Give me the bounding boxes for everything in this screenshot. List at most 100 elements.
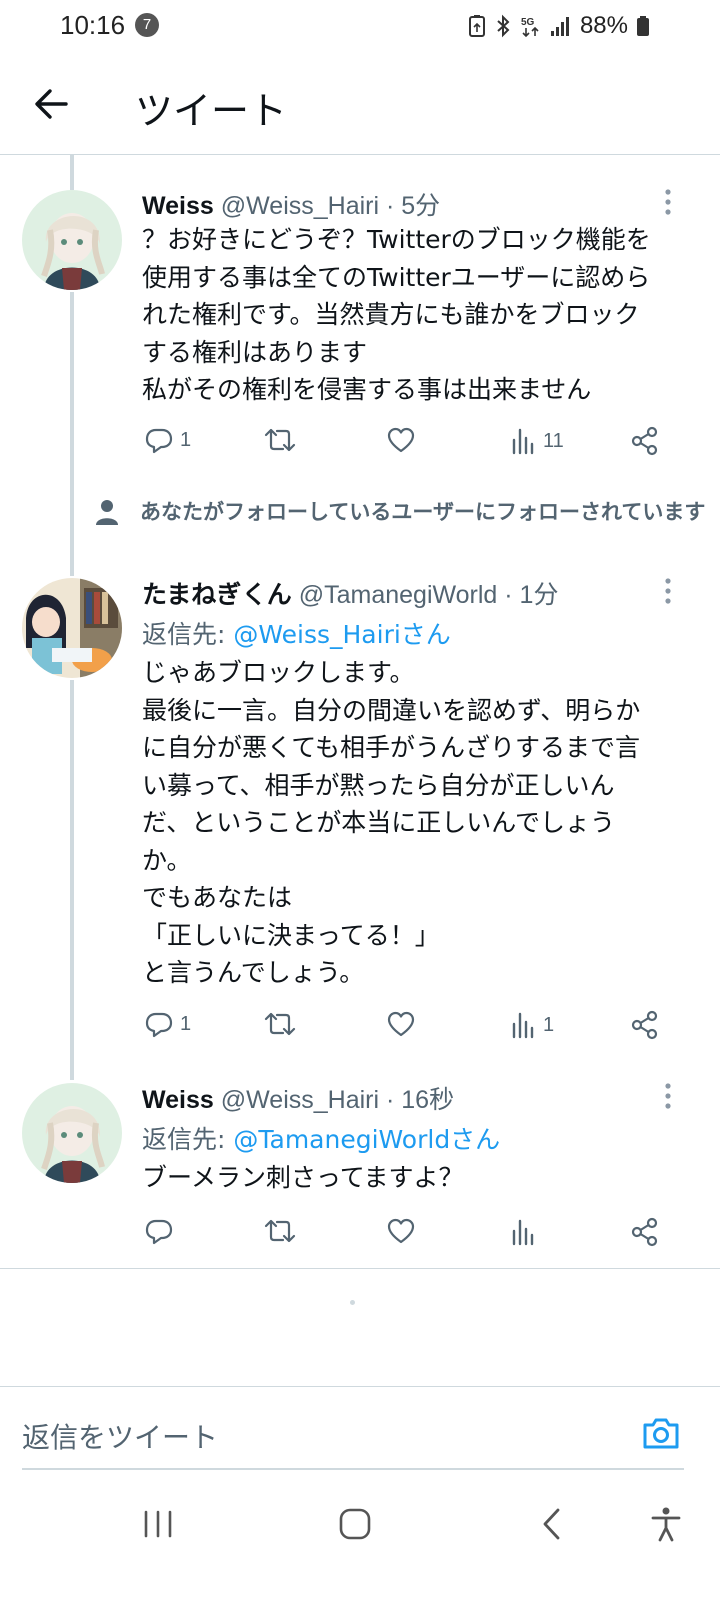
chevron-left-icon	[543, 1508, 560, 1540]
camera-icon	[643, 1418, 679, 1449]
retweet-icon	[264, 1219, 296, 1243]
reply-to-line: 返信先: @Weiss_Hairiさん	[142, 615, 451, 651]
tweet-divider	[0, 1268, 720, 1269]
avatar-image	[22, 1083, 122, 1183]
view-count: 1	[543, 1013, 555, 1036]
heart-icon	[387, 1011, 415, 1037]
like-button[interactable]	[386, 426, 422, 454]
thread-line-2	[70, 680, 74, 1080]
share-button[interactable]	[630, 1217, 660, 1247]
tweet-header: Weiss @Weiss_Hairi · 5分	[142, 186, 440, 222]
retweet-icon	[264, 428, 296, 452]
reply-icon	[145, 1012, 173, 1038]
tweet-time: · 1分	[504, 581, 559, 609]
home-button[interactable]	[325, 1494, 385, 1554]
reply-button[interactable]: 1	[144, 425, 191, 455]
author-handle[interactable]: @Weiss_Hairi	[221, 1086, 379, 1114]
battery-percent: 88%	[579, 12, 628, 39]
reply-to-mention[interactable]: @Weiss_Hairiさん	[233, 620, 450, 649]
person-icon	[94, 499, 120, 529]
reply-count: 1	[180, 428, 192, 451]
tweet-text: ブーメラン刺さってますよ？	[142, 1163, 464, 1192]
tweet-header: Weiss @Weiss_Hairi · 16秒	[142, 1080, 454, 1116]
recent-apps-button[interactable]	[128, 1494, 188, 1554]
composer-divider	[0, 1386, 720, 1387]
reply-to-mention[interactable]: @TamanegiWorldさん	[233, 1125, 500, 1154]
views-button[interactable]: 1	[511, 1010, 554, 1040]
social-context: あなたがフォローしているユーザーにフォローされています	[140, 500, 706, 524]
more-button[interactable]	[656, 1081, 680, 1111]
like-button[interactable]	[386, 1217, 422, 1245]
battery-icon	[637, 16, 649, 36]
share-icon	[631, 1010, 658, 1040]
status-icons: 5G 88%	[468, 12, 650, 40]
reply-input-underline	[22, 1468, 684, 1470]
reply-input[interactable]: 返信をツイート	[22, 1416, 218, 1456]
accessibility-icon	[651, 1507, 681, 1542]
reply-button[interactable]: 1	[144, 1009, 191, 1039]
tweet-header: たまねぎくん @TamanegiWorld · 1分	[142, 575, 558, 611]
views-button[interactable]	[511, 1217, 543, 1247]
arrow-left-icon	[35, 89, 68, 119]
reply-button[interactable]	[144, 1216, 180, 1246]
battery-saver-icon	[468, 15, 485, 37]
accessibility-button[interactable]	[636, 1494, 696, 1554]
reply-icon	[145, 1219, 173, 1245]
back-button[interactable]	[30, 82, 74, 126]
5g-icon: 5G	[521, 17, 539, 38]
status-time: 10:16	[60, 10, 126, 40]
bluetooth-icon	[497, 14, 510, 38]
header-divider	[0, 154, 720, 155]
svg-text:5G: 5G	[521, 17, 535, 28]
more-button[interactable]	[656, 576, 680, 606]
recent-apps-icon	[144, 1510, 172, 1538]
more-vertical-icon	[665, 189, 671, 215]
share-button[interactable]	[630, 1010, 660, 1040]
signal-icon	[550, 17, 569, 36]
author-name[interactable]: たまねぎくん	[142, 580, 292, 609]
views-icon	[512, 428, 534, 455]
avatar[interactable]	[22, 190, 122, 290]
notification-count-badge: 7	[135, 13, 159, 37]
tweet-time: · 16秒	[386, 1086, 455, 1114]
retweet-icon	[264, 1012, 296, 1036]
nav-back-button[interactable]	[522, 1494, 582, 1554]
tweet-text: じゃあブロックします。 最後に一言。自分の間違いを認めず、明らか に自分が悪くて…	[142, 658, 641, 987]
tweet-text: ？お好きにどうぞ？Twitterのブロック機能を 使用する事は全てのTwitte…	[142, 225, 651, 404]
page-title: ツイート	[135, 89, 288, 133]
reply-to-line: 返信先: @TamanegiWorldさん	[142, 1120, 500, 1156]
heart-icon	[387, 1218, 415, 1244]
like-button[interactable]	[386, 1010, 422, 1038]
avatar-image	[22, 190, 122, 290]
more-vertical-icon	[665, 578, 671, 604]
retweet-button[interactable]	[262, 1009, 304, 1039]
author-name[interactable]: Weiss	[142, 192, 214, 220]
reply-to-prefix: 返信先:	[142, 1125, 234, 1154]
views-button[interactable]: 11	[511, 426, 564, 456]
share-button[interactable]	[630, 426, 660, 456]
retweet-button[interactable]	[262, 425, 304, 455]
heart-icon	[387, 427, 415, 453]
retweet-button[interactable]	[262, 1216, 304, 1246]
views-icon	[512, 1219, 534, 1246]
reply-to-prefix: 返信先:	[142, 620, 234, 649]
share-icon	[631, 426, 658, 456]
author-handle[interactable]: @TamanegiWorld	[299, 581, 498, 609]
author-handle[interactable]: @Weiss_Hairi	[221, 192, 379, 220]
tweet-time: · 5分	[386, 192, 441, 220]
avatar-image	[22, 578, 122, 678]
avatar[interactable]	[22, 1083, 122, 1183]
more-vertical-icon	[665, 1083, 671, 1109]
more-button[interactable]	[656, 187, 680, 217]
avatar[interactable]	[22, 578, 122, 678]
home-icon	[339, 1508, 371, 1540]
thread-line-1	[70, 292, 74, 576]
reply-count: 1	[180, 1012, 192, 1035]
author-name[interactable]: Weiss	[142, 1086, 214, 1114]
share-icon	[631, 1217, 658, 1247]
views-icon	[512, 1012, 534, 1039]
reply-icon	[145, 428, 173, 454]
camera-button[interactable]	[640, 1412, 682, 1454]
thread-line-top	[70, 155, 74, 190]
view-count: 11	[543, 429, 564, 452]
